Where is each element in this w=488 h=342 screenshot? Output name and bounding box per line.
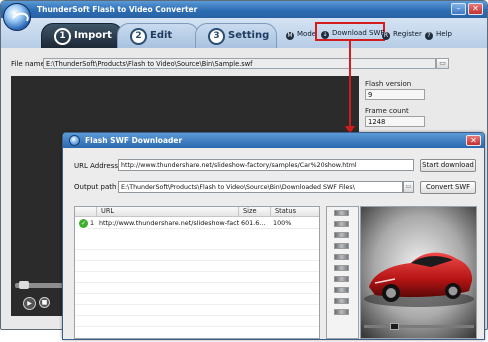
image-slider[interactable] xyxy=(364,325,474,328)
tab-import-label: Import xyxy=(74,30,112,41)
help-icon: ? xyxy=(425,32,433,40)
column-header-size[interactable]: Size xyxy=(239,207,271,217)
row-size: 601.6... xyxy=(239,218,271,229)
tab-bar: 1 Import 2 Edit 3 Setting M Mode ↓ Downloa… xyxy=(1,18,487,48)
play-button[interactable]: ▶ xyxy=(23,297,36,310)
start-download-button[interactable]: Start download xyxy=(420,159,476,172)
download-icon: ↓ xyxy=(321,31,329,39)
download-list-table: URL Size Status ✓ 1 http://www.thundersh… xyxy=(74,206,320,339)
mode-button[interactable]: M Mode xyxy=(286,28,316,40)
file-name-field[interactable]: E:\ThunderSoft\Products\Flash to Video\S… xyxy=(43,58,436,69)
thumbnail[interactable] xyxy=(334,276,349,282)
tab-setting-label: Setting xyxy=(228,30,270,41)
image-slider-handle[interactable] xyxy=(390,323,399,330)
tab-import-number: 1 xyxy=(54,28,71,45)
url-address-label: URL Address xyxy=(74,162,118,170)
close-button[interactable]: ✕ xyxy=(468,3,483,15)
tab-edit[interactable]: 2 Edit xyxy=(117,23,199,48)
frame-count-label: Frame count xyxy=(365,107,409,115)
thumbnail[interactable] xyxy=(334,254,349,260)
thumbnail[interactable] xyxy=(334,232,349,238)
close-icon: ✕ xyxy=(470,136,477,145)
column-header-index xyxy=(75,207,97,217)
dialog-title: Flash SWF Downloader xyxy=(85,136,183,145)
register-button[interactable]: R Register xyxy=(382,28,422,40)
help-button[interactable]: ? Help xyxy=(425,28,452,40)
empty-row xyxy=(75,240,319,250)
help-label: Help xyxy=(436,30,452,38)
register-icon: R xyxy=(382,32,390,40)
tab-import[interactable]: 1 Import xyxy=(41,23,123,48)
tab-setting-number: 3 xyxy=(208,28,225,45)
empty-row xyxy=(75,317,319,327)
tab-edit-number: 2 xyxy=(130,28,147,45)
tab-edit-label: Edit xyxy=(150,30,173,41)
empty-row xyxy=(75,295,319,305)
sports-car-image xyxy=(361,207,476,338)
window-title: ThunderSoft Flash to Video Converter xyxy=(37,5,198,14)
minimize-button[interactable]: – xyxy=(451,3,466,15)
thumbnail[interactable] xyxy=(334,298,349,304)
stop-button[interactable]: ■ xyxy=(39,297,50,308)
folder-icon: ▭ xyxy=(439,59,446,67)
download-swf-label: Download SWF xyxy=(332,29,385,37)
thumbnail[interactable] xyxy=(334,243,349,249)
seek-handle[interactable] xyxy=(19,281,29,289)
output-browse-button[interactable]: ▭ xyxy=(403,181,414,193)
downloader-dialog: Flash SWF Downloader ✕ URL Address http:… xyxy=(62,132,485,340)
download-swf-button[interactable]: ↓ Download SWF xyxy=(315,22,385,41)
dialog-close-button[interactable]: ✕ xyxy=(466,135,481,146)
dialog-app-icon xyxy=(69,135,80,146)
browse-folder-button[interactable]: ▭ xyxy=(436,58,449,69)
url-address-input[interactable]: http://www.thundershare.net/slideshow-fa… xyxy=(118,159,414,171)
thumbnail-strip[interactable] xyxy=(326,206,359,339)
convert-swf-button[interactable]: Convert SWF xyxy=(420,181,476,194)
check-icon: ✓ xyxy=(79,219,88,228)
callout-line xyxy=(349,40,351,128)
thumbnail[interactable] xyxy=(334,287,349,293)
folder-icon: ▭ xyxy=(405,183,412,190)
thumbnail[interactable] xyxy=(334,309,349,315)
column-header-url[interactable]: URL xyxy=(97,207,239,217)
empty-row xyxy=(75,251,319,261)
output-path-label: Output path xyxy=(74,183,117,191)
empty-row xyxy=(75,273,319,283)
output-path-input[interactable]: E:\ThunderSoft\Products\Flash to Video\S… xyxy=(118,181,403,193)
register-label: Register xyxy=(393,30,422,38)
row-status: 100% xyxy=(271,218,319,229)
thumbnail[interactable] xyxy=(334,210,349,216)
column-header-status[interactable]: Status xyxy=(271,207,319,217)
mode-label: Mode xyxy=(297,30,317,38)
frame-count-value: 1248 xyxy=(365,116,425,127)
flash-version-label: Flash version xyxy=(365,80,412,88)
empty-row xyxy=(75,262,319,272)
play-icon: ▶ xyxy=(27,300,32,307)
mode-icon: M xyxy=(286,32,294,40)
app-logo-icon xyxy=(3,3,31,31)
tab-setting[interactable]: 3 Setting xyxy=(195,23,277,48)
stop-icon: ■ xyxy=(41,299,48,306)
row-url[interactable]: http://www.thundershare.net/slideshow-fa… xyxy=(97,218,239,229)
swf-preview-image xyxy=(360,206,477,339)
file-name-label: File name xyxy=(11,60,45,68)
empty-row xyxy=(75,306,319,316)
flash-version-value: 9 xyxy=(365,89,425,100)
thumbnail[interactable] xyxy=(334,221,349,227)
empty-row xyxy=(75,284,319,294)
thumbnail[interactable] xyxy=(334,265,349,271)
row-number: 1 xyxy=(88,218,97,229)
